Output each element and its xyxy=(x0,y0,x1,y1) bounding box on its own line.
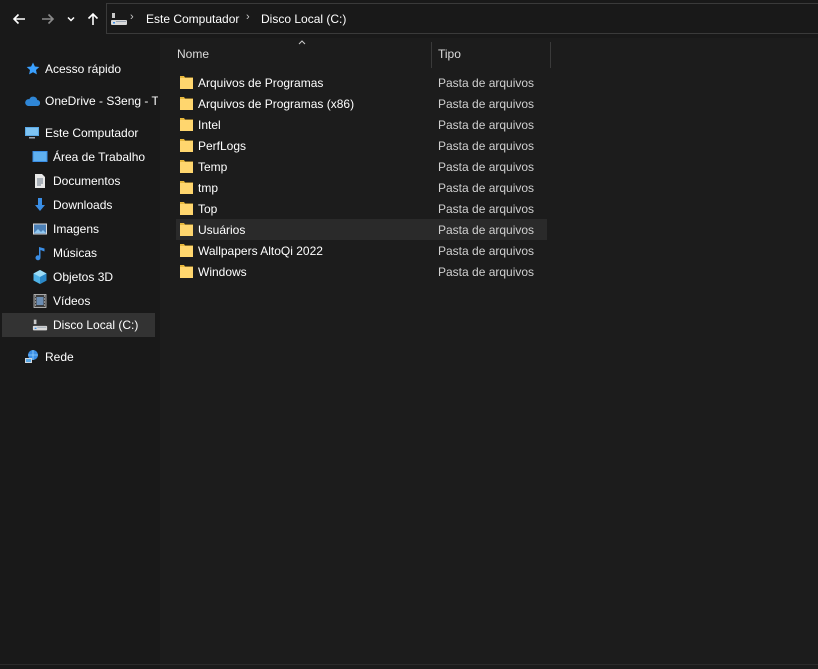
file-type: Pasta de arquivos xyxy=(438,244,535,258)
sidebar-item-label: Disco Local (C:) xyxy=(53,318,139,332)
recent-locations-button[interactable] xyxy=(62,7,80,31)
window-bottom-border xyxy=(0,664,818,665)
network-icon xyxy=(25,350,38,363)
sidebar-item-label: Vídeos xyxy=(53,294,91,308)
folder-icon xyxy=(180,97,193,110)
file-type: Pasta de arquivos xyxy=(438,181,535,195)
sidebar-item-label: Área de Trabalho xyxy=(53,150,146,164)
file-row[interactable]: Intel Pasta de arquivos xyxy=(176,114,547,135)
download-icon xyxy=(35,198,45,211)
file-name: Temp xyxy=(198,160,228,174)
up-arrow-icon xyxy=(87,12,99,25)
breadcrumb-separator: › xyxy=(246,11,250,23)
folder-icon xyxy=(180,181,193,194)
sidebar-item-downloads[interactable]: Downloads xyxy=(0,193,158,217)
sidebar-item-videos[interactable]: Vídeos xyxy=(0,289,158,313)
sidebar-item-musicas[interactable]: Músicas xyxy=(0,241,158,265)
file-type: Pasta de arquivos xyxy=(438,139,535,153)
drive-icon xyxy=(111,13,127,25)
image-icon xyxy=(33,223,47,235)
sidebar-item-onedrive[interactable]: OneDrive - S3eng - Te xyxy=(0,89,158,113)
navigation-pane: Acesso rápido OneDrive - S3eng - Te Este… xyxy=(0,38,158,669)
sidebar-item-label: Este Computador xyxy=(45,126,139,140)
folder-icon xyxy=(180,265,193,278)
sidebar-item-label: Documentos xyxy=(53,174,121,188)
sidebar-item-label: Imagens xyxy=(53,222,100,236)
drive-icon xyxy=(32,319,48,331)
file-row[interactable]: Temp Pasta de arquivos xyxy=(176,156,547,177)
file-row[interactable]: Usuários Pasta de arquivos xyxy=(176,219,547,240)
back-button[interactable] xyxy=(8,7,30,31)
folder-icon xyxy=(180,139,193,152)
file-type: Pasta de arquivos xyxy=(438,223,535,237)
column-divider[interactable] xyxy=(550,42,551,68)
sidebar-item-este-computador[interactable]: Este Computador xyxy=(0,121,158,145)
file-name: PerfLogs xyxy=(198,139,247,153)
sidebar-item-objetos-3d[interactable]: Objetos 3D xyxy=(0,265,158,289)
sidebar-item-label: Músicas xyxy=(53,246,98,260)
file-name: Top xyxy=(198,202,218,216)
sidebar-item-acesso-rapido[interactable]: Acesso rápido xyxy=(0,57,158,81)
sidebar-item-label: Acesso rápido xyxy=(45,62,122,76)
folder-icon xyxy=(180,76,193,89)
navigation-bar: › Este Computador › Disco Local (C:) xyxy=(0,0,818,38)
document-icon xyxy=(35,174,45,188)
cube-icon xyxy=(33,270,47,284)
address-bar[interactable]: › Este Computador › Disco Local (C:) xyxy=(106,3,818,34)
column-header-name[interactable]: Nome xyxy=(177,47,209,61)
file-type: Pasta de arquivos xyxy=(438,76,535,90)
file-type: Pasta de arquivos xyxy=(438,160,535,174)
column-header-type[interactable]: Tipo xyxy=(438,47,461,61)
column-divider[interactable] xyxy=(431,42,432,68)
file-name: Arquivos de Programas (x86) xyxy=(198,97,355,111)
file-row[interactable]: Arquivos de Programas (x86) Pasta de arqu… xyxy=(176,93,547,114)
desktop-icon xyxy=(32,151,48,162)
folder-icon xyxy=(180,223,193,236)
folder-icon xyxy=(180,118,193,131)
folder-icon xyxy=(180,244,193,257)
back-arrow-icon xyxy=(12,13,25,25)
file-type: Pasta de arquivos xyxy=(438,118,535,132)
file-name: tmp xyxy=(198,181,219,195)
file-type: Pasta de arquivos xyxy=(438,97,535,111)
file-name: Usuários xyxy=(198,223,246,237)
sidebar-item-disco-local[interactable]: Disco Local (C:) xyxy=(2,313,155,337)
sidebar-item-rede[interactable]: Rede xyxy=(0,345,158,369)
file-name: Arquivos de Programas xyxy=(198,76,324,90)
file-row[interactable]: Top Pasta de arquivos xyxy=(176,198,547,219)
sidebar-item-documentos[interactable]: Documentos xyxy=(0,169,158,193)
file-type: Pasta de arquivos xyxy=(438,202,535,216)
up-button[interactable] xyxy=(82,7,104,31)
file-row[interactable]: Arquivos de Programas Pasta de arquivos xyxy=(176,72,547,93)
star-icon xyxy=(26,62,40,75)
file-row[interactable]: tmp Pasta de arquivos xyxy=(176,177,547,198)
video-icon xyxy=(33,294,47,308)
sidebar-item-label: Objetos 3D xyxy=(53,270,114,284)
file-list-pane: Nome Tipo Arquivos de Programas Pasta de … xyxy=(160,38,818,669)
file-name: Windows xyxy=(198,265,247,279)
chevron-down-icon xyxy=(67,16,75,22)
forward-arrow-icon xyxy=(42,13,55,25)
sidebar-item-label: Downloads xyxy=(53,198,113,212)
file-row[interactable]: Windows Pasta de arquivos xyxy=(176,261,547,282)
sort-ascending-icon xyxy=(298,40,306,45)
folder-icon xyxy=(180,202,193,215)
sidebar-item-label: OneDrive - S3eng - Te xyxy=(45,94,158,108)
breadcrumb-este-computador[interactable]: Este Computador xyxy=(146,12,239,26)
file-row[interactable]: Wallpapers AltoQi 2022 Pasta de arquivos xyxy=(176,240,547,261)
breadcrumb-disco-local[interactable]: Disco Local (C:) xyxy=(261,12,346,26)
sidebar-item-area-de-trabalho[interactable]: Área de Trabalho xyxy=(0,145,158,169)
folder-icon xyxy=(180,160,193,173)
music-icon xyxy=(35,247,45,261)
sidebar-item-imagens[interactable]: Imagens xyxy=(0,217,158,241)
forward-button[interactable] xyxy=(37,7,59,31)
breadcrumb-separator: › xyxy=(130,11,134,23)
sidebar-item-label: Rede xyxy=(45,350,74,364)
file-row[interactable]: PerfLogs Pasta de arquivos xyxy=(176,135,547,156)
computer-icon xyxy=(25,127,39,139)
file-name: Intel xyxy=(198,118,221,132)
file-type: Pasta de arquivos xyxy=(438,265,535,279)
cloud-icon xyxy=(25,96,40,107)
file-name: Wallpapers AltoQi 2022 xyxy=(198,244,323,258)
